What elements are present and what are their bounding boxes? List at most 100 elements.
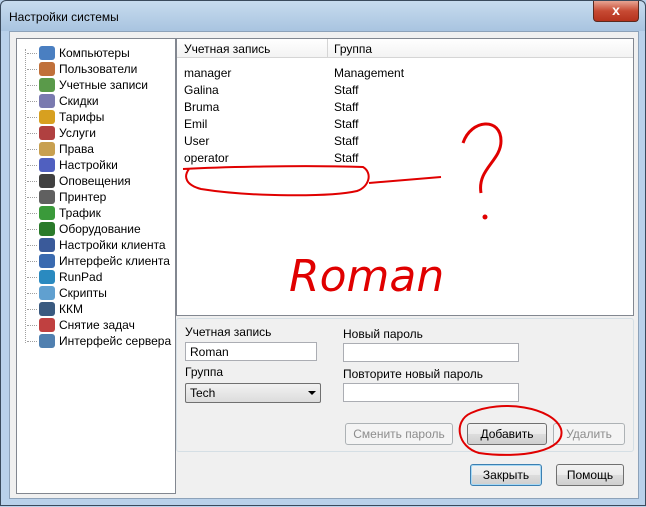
tree-connector [27,340,37,342]
tree-connector [27,164,37,166]
tree-item[interactable]: Оборудование [27,221,141,237]
table-row[interactable]: operator Staff [177,150,633,167]
tariff-icon [39,110,55,124]
table-row[interactable]: Galina Staff [177,82,633,99]
window-title: Настройки системы [9,10,119,24]
close-window-button[interactable]: x [593,1,639,22]
tree-connector [27,84,37,86]
tree-connector [27,196,37,198]
tree-connector [27,292,37,294]
tree-item[interactable]: Тарифы [27,109,104,125]
tree-item-label: Учетные записи [59,78,148,92]
help-button[interactable]: Помощь [556,464,624,486]
tree-connector [27,116,37,118]
account-cell: manager [184,66,232,80]
tree-item[interactable]: Настройки [27,157,118,173]
group-cell: Staff [334,100,359,114]
group-select[interactable]: Tech [185,383,321,403]
tree-connector [27,308,37,310]
table-row[interactable]: manager Management [177,65,633,82]
tree-connector [27,52,37,54]
tree-connector [27,132,37,134]
column-header-account[interactable]: Учетная запись [184,42,270,56]
tree-item[interactable]: Оповещения [27,173,131,189]
printer-icon [39,190,55,204]
discount-icon [39,94,55,108]
group-cell: Staff [334,151,359,165]
new-password-label: Новый пароль [343,327,423,341]
tree-item[interactable]: Услуги [27,125,96,141]
notifications-icon [39,174,55,188]
tree-item[interactable]: Настройки клиента [27,237,166,253]
tree-item[interactable]: Права [27,141,94,157]
tree-item[interactable]: Интерфейс клиента [27,253,170,269]
table-row[interactable]: User Staff [177,133,633,150]
tree-item-label: ККМ [59,302,83,316]
table-row[interactable]: Bruma Staff [177,99,633,116]
settings-tree[interactable]: Компьютеры Пользователи Учетные записи Скид… [16,38,176,494]
tree-item[interactable]: Скрипты [27,285,107,301]
column-separator [327,39,328,57]
account-form: Учетная запись Roman Группа Tech Новый п… [176,318,634,452]
add-button[interactable]: Добавить [467,423,547,445]
tree-item[interactable]: Пользователи [27,61,137,77]
tree-connector [27,260,37,262]
column-header-group[interactable]: Группа [334,42,372,56]
tree-item[interactable]: Трафик [27,205,101,221]
tree-connector [27,324,37,326]
account-cell: operator [184,151,229,165]
chevron-down-icon [308,391,316,395]
tree-connector [27,244,37,246]
account-cell: Emil [184,117,208,131]
computer-icon [39,46,55,60]
server-interface-icon [39,334,55,348]
tree-item[interactable]: RunPad [27,269,102,285]
group-cell: Staff [334,83,359,97]
tree-item[interactable]: Интерфейс сервера [27,333,171,349]
group-select-value: Tech [190,386,216,400]
tree-item-label: Снятие задач [59,318,135,332]
window-client-area: Компьютеры Пользователи Учетные записи Скид… [9,31,639,499]
tree-connector [27,180,37,182]
settings-icon [39,158,55,172]
new-password-input[interactable] [343,343,519,362]
tree-item-label: Оборудование [59,222,141,236]
group-cell: Management [334,66,405,80]
hardware-icon [39,222,55,236]
tree-item-label: Компьютеры [59,46,130,60]
tree-item-label: Скрипты [59,286,107,300]
tree-connector [27,100,37,102]
repeat-password-input[interactable] [343,383,519,402]
tree-item[interactable]: Учетные записи [27,77,148,93]
repeat-password-label: Повторите новый пароль [343,367,484,381]
accounts-icon [39,78,55,92]
tree-connector [27,148,37,150]
close-button[interactable]: Закрыть [470,464,542,486]
tree-item-label: Оповещения [59,174,131,188]
change-password-button[interactable]: Сменить пароль [345,423,453,445]
accounts-table-header: Учетная запись Группа [177,39,633,58]
tree-item-label: Интерфейс клиента [59,254,170,268]
services-icon [39,126,55,140]
account-cell: Galina [184,83,219,97]
tree-item-label: RunPad [59,270,103,284]
delete-button[interactable]: Удалить [553,423,625,445]
tree-item[interactable]: Скидки [27,93,99,109]
table-row[interactable]: Emil Staff [177,116,633,133]
account-input[interactable]: Roman [185,342,317,361]
account-cell: User [184,134,210,148]
tree-item[interactable]: Принтер [27,189,106,205]
tree-item-label: Интерфейс сервера [59,334,172,348]
tree-connector [27,68,37,70]
tree-item-label: Настройки клиента [59,238,166,252]
group-cell: Staff [334,117,359,131]
tree-item[interactable]: Снятие задач [27,317,135,333]
runpad-icon [39,270,55,284]
kkm-icon [39,302,55,316]
group-label: Группа [185,365,224,379]
accounts-table[interactable]: Учетная запись Группа manager Management G… [176,38,634,316]
tree-item[interactable]: Компьютеры [27,45,130,61]
tree-item[interactable]: ККМ [27,301,83,317]
tree-item-label: Скидки [59,94,99,108]
group-cell: Staff [334,134,359,148]
